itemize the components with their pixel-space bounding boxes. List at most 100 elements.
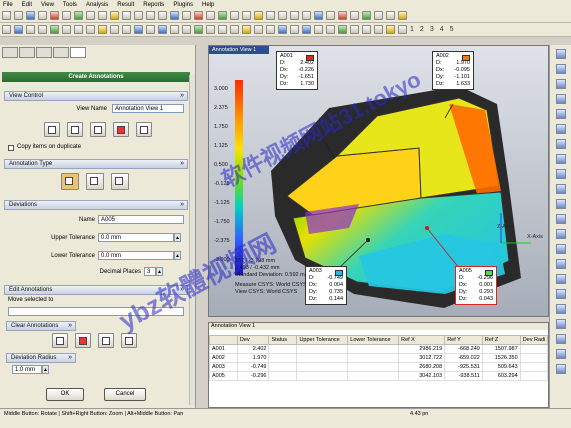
view-number-1[interactable]: 1 — [410, 26, 414, 33]
right-toolbar-button-20[interactable] — [556, 349, 566, 359]
upper-tolerance-input[interactable]: 0.0 mm — [98, 233, 174, 242]
right-toolbar-button-16[interactable] — [556, 289, 566, 299]
tb1-button-29[interactable] — [350, 11, 359, 20]
tb1-button-15[interactable] — [182, 11, 191, 20]
panel-tab-report[interactable] — [53, 47, 69, 58]
new-view-button[interactable] — [44, 122, 60, 137]
annotation-box-a002[interactable]: A002 D: 1.970 Dx: -0.095 Dy: -1.101 Dz: 1.63… — [432, 51, 474, 90]
annotation-viewport[interactable]: Annotation View 1 3.000 2.375 1.750 1.125 0.… — [208, 45, 549, 317]
tb1-button-16[interactable] — [194, 11, 203, 20]
tb1-button-20[interactable] — [242, 11, 251, 20]
tb1-button-24[interactable] — [290, 11, 299, 20]
menu-item-view[interactable]: View — [41, 2, 54, 8]
decimal-places-spinner[interactable]: ▲ — [156, 267, 163, 276]
menu-item-analysis[interactable]: Analysis — [86, 2, 108, 8]
tb2-button-21[interactable] — [254, 25, 263, 34]
clear-view-button[interactable] — [98, 333, 114, 348]
tb2-button-24[interactable] — [290, 25, 299, 34]
tb2-button-9[interactable] — [110, 25, 119, 34]
tb1-button-13[interactable] — [158, 11, 167, 20]
move-selected-select[interactable] — [8, 307, 184, 316]
table-header[interactable]: Dev Radi — [519, 335, 549, 345]
delete-view-button[interactable] — [136, 122, 152, 137]
tb2-button-4[interactable] — [50, 25, 59, 34]
annotation-box-a005[interactable]: A005 D: -0.296 Dx: 0.001 Dy: 0.293 Dz: 0.043 — [455, 266, 497, 305]
tb2-button-32[interactable] — [386, 25, 395, 34]
tb1-button-21[interactable] — [254, 11, 263, 20]
table-header[interactable]: Dev — [236, 335, 270, 345]
clear-filter-button[interactable] — [121, 333, 137, 348]
tb1-button-5[interactable] — [62, 11, 71, 20]
panel-tab-project[interactable] — [2, 47, 18, 58]
tb1-button-25[interactable] — [302, 11, 311, 20]
right-toolbar-button-3[interactable] — [556, 94, 566, 104]
view-number-2[interactable]: 2 — [420, 26, 424, 33]
tb2-button-1[interactable] — [14, 25, 23, 34]
panel-scrollbar[interactable] — [189, 75, 195, 405]
tb1-button-12[interactable] — [146, 11, 155, 20]
tb2-button-11[interactable] — [134, 25, 143, 34]
menu-item-edit[interactable]: Edit — [22, 2, 32, 8]
clear-all-button[interactable] — [75, 333, 91, 348]
tb2-button-16[interactable] — [194, 25, 203, 34]
right-toolbar-button-18[interactable] — [556, 319, 566, 329]
right-toolbar-button-10[interactable] — [556, 199, 566, 209]
panel-tab-data[interactable] — [19, 47, 35, 58]
lower-tolerance-input[interactable]: 0.0 mm — [98, 251, 174, 260]
table-header[interactable]: Lower Tolerance — [347, 335, 400, 345]
tb2-button-17[interactable] — [206, 25, 215, 34]
view-number-5[interactable]: 5 — [450, 26, 454, 33]
tb1-button-0[interactable] — [2, 11, 11, 20]
annotation-box-a001[interactable]: A001 D: 2.402 Dx: -0.226 Dy: -1.651 Dz: 1.73… — [276, 51, 318, 90]
restore-view-button[interactable] — [113, 122, 129, 137]
table-row[interactable]: A002 1.970 3012.722 -659.022 1526.350 — [209, 353, 549, 363]
menu-item-result[interactable]: Result — [117, 2, 134, 8]
capture-view-button[interactable] — [90, 122, 106, 137]
annotation-name-input[interactable]: A005 — [98, 215, 184, 224]
tb1-button-18[interactable] — [218, 11, 227, 20]
tb2-button-19[interactable] — [230, 25, 239, 34]
deviation-radius-spinner[interactable]: ▲ — [42, 365, 49, 374]
tb1-button-9[interactable] — [110, 11, 119, 20]
right-toolbar-button-13[interactable] — [556, 244, 566, 254]
tb1-button-8[interactable] — [98, 11, 107, 20]
tb2-button-14[interactable] — [170, 25, 179, 34]
table-row[interactable]: A003 -0.749 2680.208 -925.531 509.643 — [209, 362, 549, 372]
clear-selected-button[interactable] — [52, 333, 68, 348]
section-view-control[interactable]: View Control — [4, 91, 188, 101]
right-toolbar-button-14[interactable] — [556, 259, 566, 269]
section-deviation-radius[interactable]: Deviation Radius — [6, 353, 76, 363]
table-header[interactable] — [209, 335, 238, 345]
tb1-button-4[interactable] — [50, 11, 59, 20]
tb1-button-27[interactable] — [326, 11, 335, 20]
right-toolbar-button-4[interactable] — [556, 109, 566, 119]
tb1-button-26[interactable] — [314, 11, 323, 20]
tb2-button-12[interactable] — [146, 25, 155, 34]
right-toolbar-button-19[interactable] — [556, 334, 566, 344]
menu-item-help[interactable]: Help — [202, 2, 214, 8]
tb2-button-13[interactable] — [158, 25, 167, 34]
section-annotation-type[interactable]: Annotation Type — [4, 159, 188, 169]
table-row[interactable]: A001 2.402 2986.219 -668.249 1507.987 — [209, 344, 549, 354]
section-clear-annotations[interactable]: Clear Annotations — [6, 321, 76, 331]
tb1-button-22[interactable] — [266, 11, 275, 20]
right-toolbar-button-15[interactable] — [556, 274, 566, 284]
tb2-button-31[interactable] — [374, 25, 383, 34]
tb2-button-27[interactable] — [326, 25, 335, 34]
right-toolbar-button-8[interactable] — [556, 169, 566, 179]
tb2-button-10[interactable] — [122, 25, 131, 34]
menu-item-plugins[interactable]: Plugins — [173, 2, 193, 8]
text-annotation-button[interactable] — [111, 173, 129, 190]
panel-tab-analysis[interactable] — [36, 47, 52, 58]
right-toolbar-button-6[interactable] — [556, 139, 566, 149]
right-toolbar-button-2[interactable] — [556, 79, 566, 89]
tb1-button-6[interactable] — [74, 11, 83, 20]
right-toolbar-button-1[interactable] — [556, 64, 566, 74]
right-toolbar-button-5[interactable] — [556, 124, 566, 134]
tb2-button-15[interactable] — [182, 25, 191, 34]
tb2-button-23[interactable] — [278, 25, 287, 34]
right-toolbar-button-0[interactable] — [556, 49, 566, 59]
tb1-button-14[interactable] — [170, 11, 179, 20]
copy-items-checkbox[interactable] — [8, 145, 14, 151]
right-toolbar-button-17[interactable] — [556, 304, 566, 314]
